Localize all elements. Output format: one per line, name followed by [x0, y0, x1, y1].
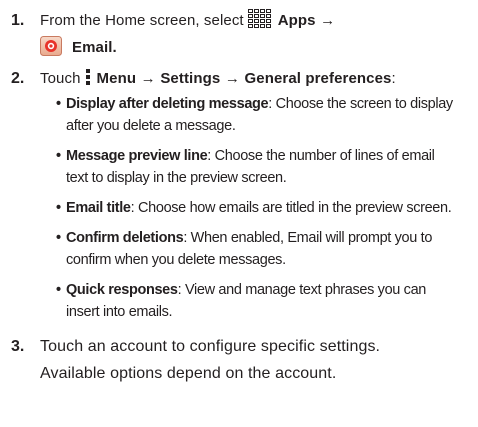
bullet-term: Email title	[66, 200, 131, 216]
bullet-desc: : Choose the screen to display	[268, 96, 453, 112]
general-preferences-label: General preferences	[244, 70, 392, 87]
arrow: →	[140, 70, 156, 87]
email-label: Email.	[72, 39, 117, 56]
step-number: 3.	[11, 338, 25, 355]
step-2-prefix: Touch	[40, 70, 81, 87]
bullet-desc: : When enabled, Email will prompt you to	[183, 230, 433, 246]
bullet-dot: •	[56, 148, 61, 164]
bullet-item: • Message preview line: Choose the number…	[56, 145, 476, 189]
step-1-text: From the Home screen, select Apps →	[40, 9, 336, 31]
bullet-item: • Email title: Choose how emails are titl…	[56, 197, 476, 219]
step-3-line-1: Touch an account to configure specific s…	[40, 338, 381, 355]
menu-dots-icon	[85, 68, 91, 86]
bullet-item: • Display after deleting message: Choose …	[56, 93, 476, 137]
step-2-text: Touch Menu → Settings → General preferen…	[40, 69, 396, 89]
bullet-desc-cont: text to display in the preview screen.	[66, 170, 287, 186]
bullet-dot: •	[56, 96, 61, 112]
bullet-desc-cont: after you delete a message.	[66, 118, 236, 134]
colon: :	[391, 70, 396, 87]
bullet-desc: : Choose how emails are titled in the pr…	[130, 200, 452, 216]
step-1-prefix: From the Home screen, select	[40, 12, 244, 29]
bullet-desc: : Choose the number of lines of email	[207, 148, 435, 164]
bullet-term: Message preview line	[66, 148, 208, 164]
step-3-line-2-text: Available options depend on the account.	[40, 365, 337, 382]
bullet-item: • Confirm deletions: When enabled, Email …	[56, 227, 476, 271]
bullet-term: Display after deleting message	[66, 96, 269, 112]
step-1-email-line: Email.	[40, 36, 117, 58]
bullet-term: Confirm deletions	[66, 230, 184, 246]
email-app-icon	[40, 36, 62, 57]
arrow: →	[320, 12, 336, 29]
apps-grid-icon	[247, 9, 273, 29]
bullet-desc: : View and manage text phrases you can	[177, 282, 427, 298]
step-number: 1.	[11, 12, 25, 29]
apps-label: Apps	[277, 12, 316, 29]
bullet-item: • Quick responses: View and manage text p…	[56, 279, 476, 323]
bullet-dot: •	[56, 282, 61, 298]
bullet-desc-cont: insert into emails.	[66, 304, 173, 320]
arrow: →	[224, 70, 240, 87]
step-number: 2.	[11, 70, 25, 87]
menu-label: Menu	[96, 70, 137, 87]
settings-label: Settings	[160, 70, 221, 87]
bullet-dot: •	[56, 200, 61, 216]
bullet-term: Quick responses	[66, 282, 178, 298]
bullet-dot: •	[56, 230, 61, 246]
bullet-desc-cont: confirm when you delete messages.	[66, 252, 286, 268]
